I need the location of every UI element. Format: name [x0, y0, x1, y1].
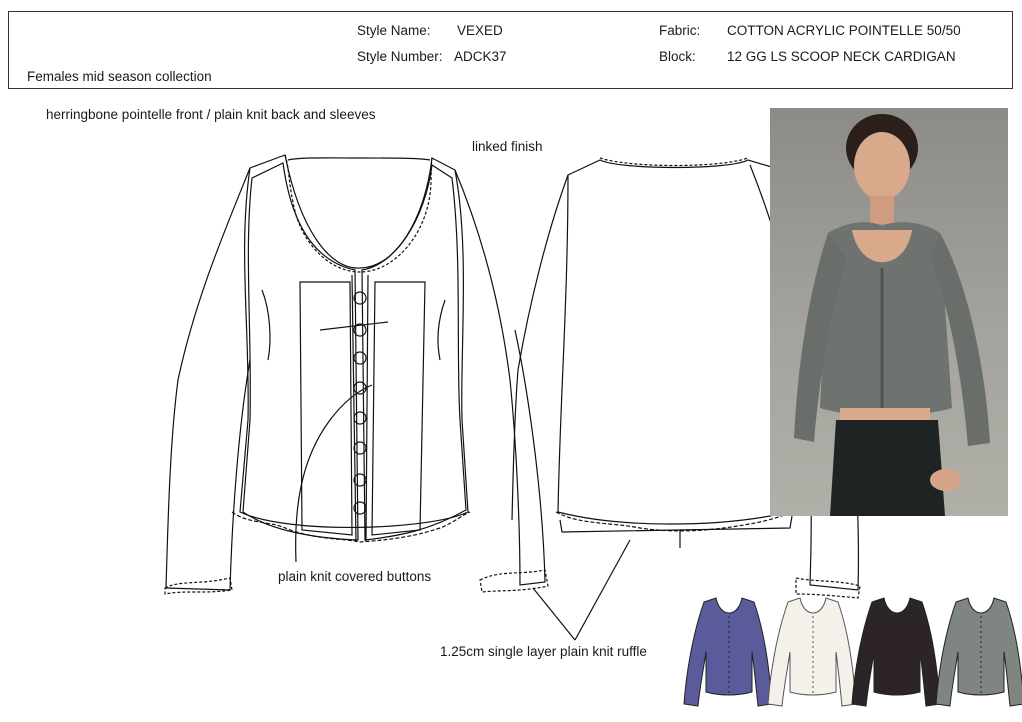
colorway-cardigan [767, 597, 857, 707]
model-photo [770, 108, 1008, 516]
colorway-cardigan [683, 597, 773, 707]
colorway-swatch [935, 597, 1022, 707]
colorway-cardigan [935, 597, 1022, 707]
colorway-swatch [767, 597, 857, 707]
model-figure [794, 114, 990, 516]
colorway-cardigan [851, 597, 941, 707]
colorway-swatch [851, 597, 941, 707]
colorway-swatch [683, 597, 773, 707]
colorway-thumbnails [683, 597, 1022, 707]
